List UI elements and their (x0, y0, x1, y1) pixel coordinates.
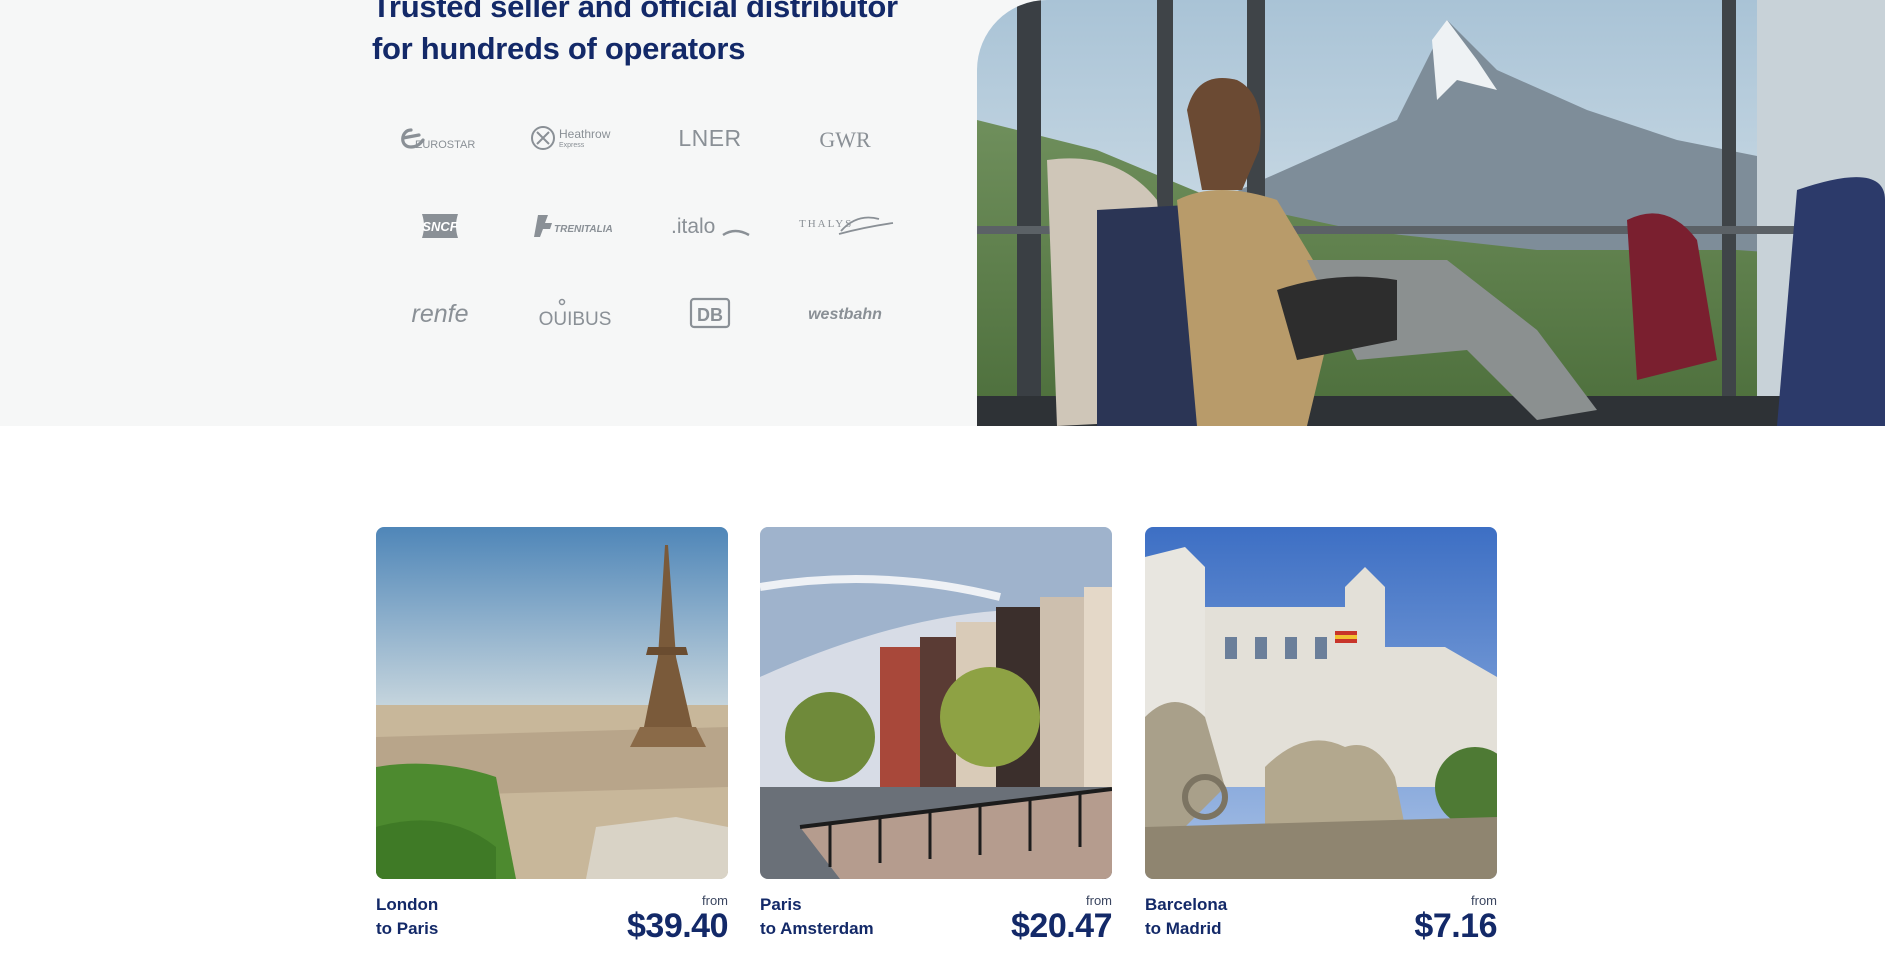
svg-text:Heathrow: Heathrow (559, 127, 611, 141)
operator-logo-grid: EUROSTAR Heathrow Express LNER GWR SNCF … (372, 94, 912, 358)
operators-headline: Trusted seller and official distributor … (372, 0, 932, 70)
price-from-label: from (702, 893, 728, 908)
svg-text:SNCF: SNCF (422, 219, 458, 234)
route-info: Barcelona to Madrid from $7.16 (1145, 885, 1497, 945)
heathrow-express-logo: Heathrow Express (507, 94, 642, 182)
svg-text:TRENITALIA: TRENITALIA (554, 224, 613, 235)
amsterdam-canal-photo (760, 527, 1112, 879)
route-card-paris-amsterdam[interactable]: Paris to Amsterdam from $20.47 (760, 527, 1113, 945)
svg-text:EUROSTAR: EUROSTAR (415, 139, 475, 151)
trenitalia-logo: TRENITALIA (507, 182, 642, 270)
train-window-mountain-photo (977, 0, 1885, 426)
route-destination: to Madrid (1145, 919, 1222, 938)
italo-logo: .italo (642, 182, 777, 270)
route-info: Paris to Amsterdam from $20.47 (760, 885, 1113, 945)
db-logo: DB (642, 270, 777, 358)
route-card-london-paris[interactable]: London to Paris from $39.40 (376, 527, 729, 945)
gwr-logo: GWR (777, 94, 912, 182)
svg-text:.italo: .italo (671, 215, 715, 238)
renfe-logo: renfe (372, 270, 507, 358)
sncf-logo: SNCF (372, 182, 507, 270)
route-destination: to Amsterdam (760, 919, 874, 938)
eurostar-logo: EUROSTAR (372, 94, 507, 182)
route-origin: London (376, 895, 439, 914)
svg-text:GWR: GWR (819, 127, 871, 152)
madrid-cibeles-photo (1145, 527, 1497, 879)
route-price: $7.16 (1414, 907, 1497, 945)
route-card-barcelona-madrid[interactable]: Barcelona to Madrid from $7.16 (1145, 527, 1497, 945)
route-price: $39.40 (627, 907, 729, 945)
route-origin: Paris (760, 895, 802, 914)
svg-text:DB: DB (697, 305, 723, 325)
svg-text:OUIBUS: OUIBUS (538, 309, 611, 330)
eiffel-tower-photo (376, 527, 728, 879)
route-info: London to Paris from $39.40 (376, 885, 729, 945)
ouibus-logo: OUIBUS (507, 270, 642, 358)
svg-text:THALYS: THALYS (799, 218, 853, 230)
svg-text:Express: Express (559, 142, 585, 149)
svg-text:renfe: renfe (411, 300, 468, 328)
price-from-label: from (1086, 893, 1112, 908)
route-origin: Barcelona (1145, 895, 1228, 914)
headline-line-1: Trusted seller and official distributor (372, 0, 898, 24)
svg-text:westbahn: westbahn (808, 306, 882, 323)
svg-text:LNER: LNER (678, 125, 741, 151)
route-destination: to Paris (376, 919, 439, 938)
headline-line-2: for hundreds of operators (372, 31, 746, 66)
lner-logo: LNER (642, 94, 777, 182)
price-from-label: from (1471, 893, 1497, 908)
westbahn-logo: westbahn (777, 270, 912, 358)
route-price: $20.47 (1011, 907, 1113, 945)
thalys-logo: THALYS (777, 182, 912, 270)
